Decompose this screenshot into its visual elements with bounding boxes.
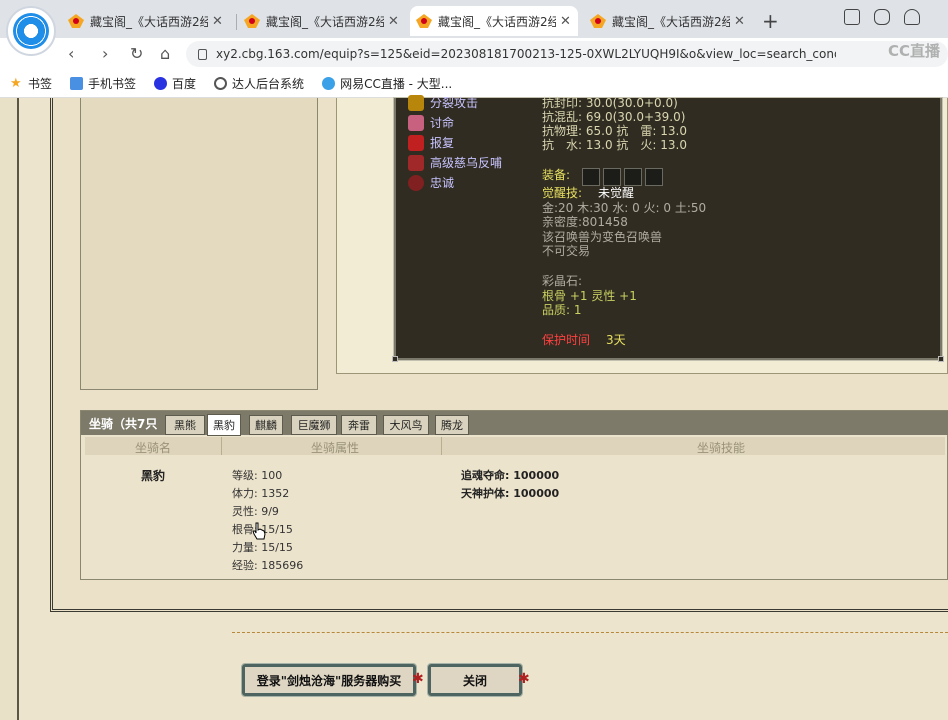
- cc-live-icon: [322, 77, 336, 90]
- browser-tab-4[interactable]: 藏宝阁_《大话西游2经典 ✕: [584, 6, 752, 36]
- bookmark-item[interactable]: 百度: [154, 75, 196, 92]
- pet-image-panel: [80, 98, 318, 390]
- new-tab-button[interactable]: +: [762, 9, 779, 33]
- equip-label: 装备:: [542, 168, 571, 182]
- home-icon[interactable]: ⌂: [160, 44, 170, 63]
- login-buy-button[interactable]: 登录"剑烛沧海"服务器购买: [241, 663, 417, 697]
- pet-detail-panel: 分裂攻击 讨命 报复 高级慈乌反哺 忠诚 抗封印: 30.0(30.0+0.0)…: [392, 94, 944, 362]
- loyalty-icon: [408, 174, 424, 191]
- forward-icon[interactable]: ›: [102, 44, 108, 63]
- cbg-favicon-icon: [68, 14, 84, 28]
- back-icon[interactable]: ‹: [68, 44, 74, 63]
- tab-close-icon[interactable]: ✕: [734, 14, 746, 29]
- no-trade-note: 不可交易: [542, 244, 591, 258]
- dotted-divider: [232, 632, 948, 633]
- game-icon[interactable]: [874, 9, 890, 25]
- tab-close-icon[interactable]: ✕: [212, 14, 224, 29]
- url-text: xy2.cbg.163.com/equip?s=125&eid=20230818…: [216, 47, 836, 61]
- phone-bookmark-icon: [70, 77, 84, 90]
- extensions-icon[interactable]: [904, 9, 920, 25]
- mount-skill-2: 天神护体: 100000: [461, 487, 560, 500]
- browser-tab-1[interactable]: 藏宝阁_《大话西游2经典 ✕: [62, 6, 230, 36]
- bookmark-item[interactable]: 手机书签: [70, 75, 136, 92]
- browser-tab-title: 藏宝阁_《大话西游2经典: [438, 14, 556, 29]
- col-mount-attrs: 坐骑属性: [311, 441, 360, 455]
- browser-logo-icon[interactable]: [6, 6, 56, 56]
- skill-item[interactable]: 讨命: [408, 114, 454, 131]
- mount-tab[interactable]: 黑熊: [165, 415, 205, 435]
- browser-tab-2[interactable]: 藏宝阁_《大话西游2经典 ✕: [238, 6, 406, 36]
- skill-item[interactable]: 分裂攻击: [408, 94, 478, 111]
- browser-tab-title: 藏宝阁_《大话西游2经典: [266, 14, 384, 29]
- col-mount-name: 坐骑名: [135, 441, 172, 455]
- lock-icon: [198, 48, 207, 60]
- mount-attr-exp: 经验: 185696: [232, 559, 304, 572]
- mount-attr-strength: 力量: 15/15: [232, 541, 293, 554]
- close-button[interactable]: 关闭: [427, 663, 523, 697]
- hand-cursor-icon: [252, 522, 266, 540]
- crystal-quality: 品质: 1: [542, 303, 582, 317]
- mount-skill-1: 追魂夺命: 100000: [461, 469, 560, 482]
- col-mount-skills: 坐骑技能: [697, 441, 746, 455]
- button-ornament-icon: ✱: [412, 671, 424, 687]
- skill-item[interactable]: 忠诚: [408, 174, 454, 191]
- split-attack-icon: [408, 94, 424, 111]
- cbg-favicon-icon: [590, 14, 606, 28]
- baidu-icon: [154, 77, 168, 90]
- cbg-favicon-icon: [416, 14, 432, 28]
- protect-value: 3天: [606, 333, 626, 347]
- skill-item[interactable]: 高级慈乌反哺: [408, 154, 502, 171]
- reload-icon[interactable]: ↻: [130, 44, 143, 63]
- kill-skill-icon: [408, 114, 424, 131]
- browser-tab-3-active[interactable]: 藏宝阁_《大话西游2经典 ✕: [410, 6, 578, 36]
- star-icon: ★: [10, 76, 22, 91]
- cbg-favicon-icon: [244, 14, 260, 28]
- mount-tab[interactable]: 麒麟: [249, 415, 283, 435]
- mount-attr-stamina: 体力: 1352: [232, 487, 290, 500]
- resist-water-fire: 抗 水: 13.0 抗 火: 13.0: [542, 138, 687, 152]
- button-ornament-icon: ✱: [518, 671, 530, 687]
- mount-attr-spirit: 灵性: 9/9: [232, 505, 279, 518]
- crow-skill-icon: [408, 154, 424, 171]
- address-bar-row: ‹ › ↻ ⌂ xy2.cbg.163.com/equip?s=125&eid=…: [0, 38, 948, 70]
- browser-tab-title: 藏宝阁_《大话西游2经典: [612, 14, 730, 29]
- page-content: 分裂攻击 讨命 报复 高级慈乌反哺 忠诚 抗封印: 30.0(30.0+0.0)…: [0, 94, 948, 720]
- equip-slot-icon[interactable]: [645, 168, 663, 186]
- protect-label: 保护时间: [542, 333, 591, 347]
- tab-close-icon[interactable]: ✕: [560, 14, 572, 29]
- collections-icon[interactable]: [844, 9, 860, 25]
- mount-tab[interactable]: 奔雷: [341, 415, 377, 435]
- mount-section: 坐骑（共7只 黑熊 黑豹 麒麟 巨魔狮 奔雷 大风鸟 腾龙 坐骑名 坐骑属性 坐…: [80, 410, 948, 580]
- mount-count-title: 坐骑（共7只: [89, 417, 158, 431]
- mount-attr-level: 等级: 100: [232, 469, 283, 482]
- browser-tab-bar: 藏宝阁_《大话西游2经典 ✕ 藏宝阁_《大话西游2经典 ✕ 藏宝阁_《大话西游2…: [0, 0, 948, 38]
- mount-name: 黑豹: [141, 469, 166, 483]
- tab-close-icon[interactable]: ✕: [388, 14, 400, 29]
- mount-tab[interactable]: 大风鸟: [383, 415, 429, 435]
- mount-header: 坐骑（共7只 黑熊 黑豹 麒麟 巨魔狮 奔雷 大风鸟 腾龙: [81, 411, 948, 436]
- url-field[interactable]: xy2.cbg.163.com/equip?s=125&eid=20230818…: [186, 41, 948, 67]
- mount-tab[interactable]: 巨魔狮: [291, 415, 337, 435]
- globe-icon: [214, 77, 228, 90]
- skill-item[interactable]: 报复: [408, 134, 454, 151]
- revenge-icon: [408, 134, 424, 151]
- bookmark-item[interactable]: 达人后台系统: [214, 75, 304, 92]
- browser-tab-title: 藏宝阁_《大话西游2经典: [90, 14, 208, 29]
- mount-column-headers: 坐骑名 坐骑属性 坐骑技能: [85, 437, 945, 455]
- mount-tab[interactable]: 腾龙: [435, 415, 469, 435]
- bookmark-item[interactable]: ★ 书签: [10, 75, 52, 92]
- mount-tab-active[interactable]: 黑豹: [207, 414, 241, 436]
- bookmark-item[interactable]: 网易CC直播 - 大型...: [322, 75, 452, 92]
- cc-live-watermark: CC直播: [887, 42, 940, 60]
